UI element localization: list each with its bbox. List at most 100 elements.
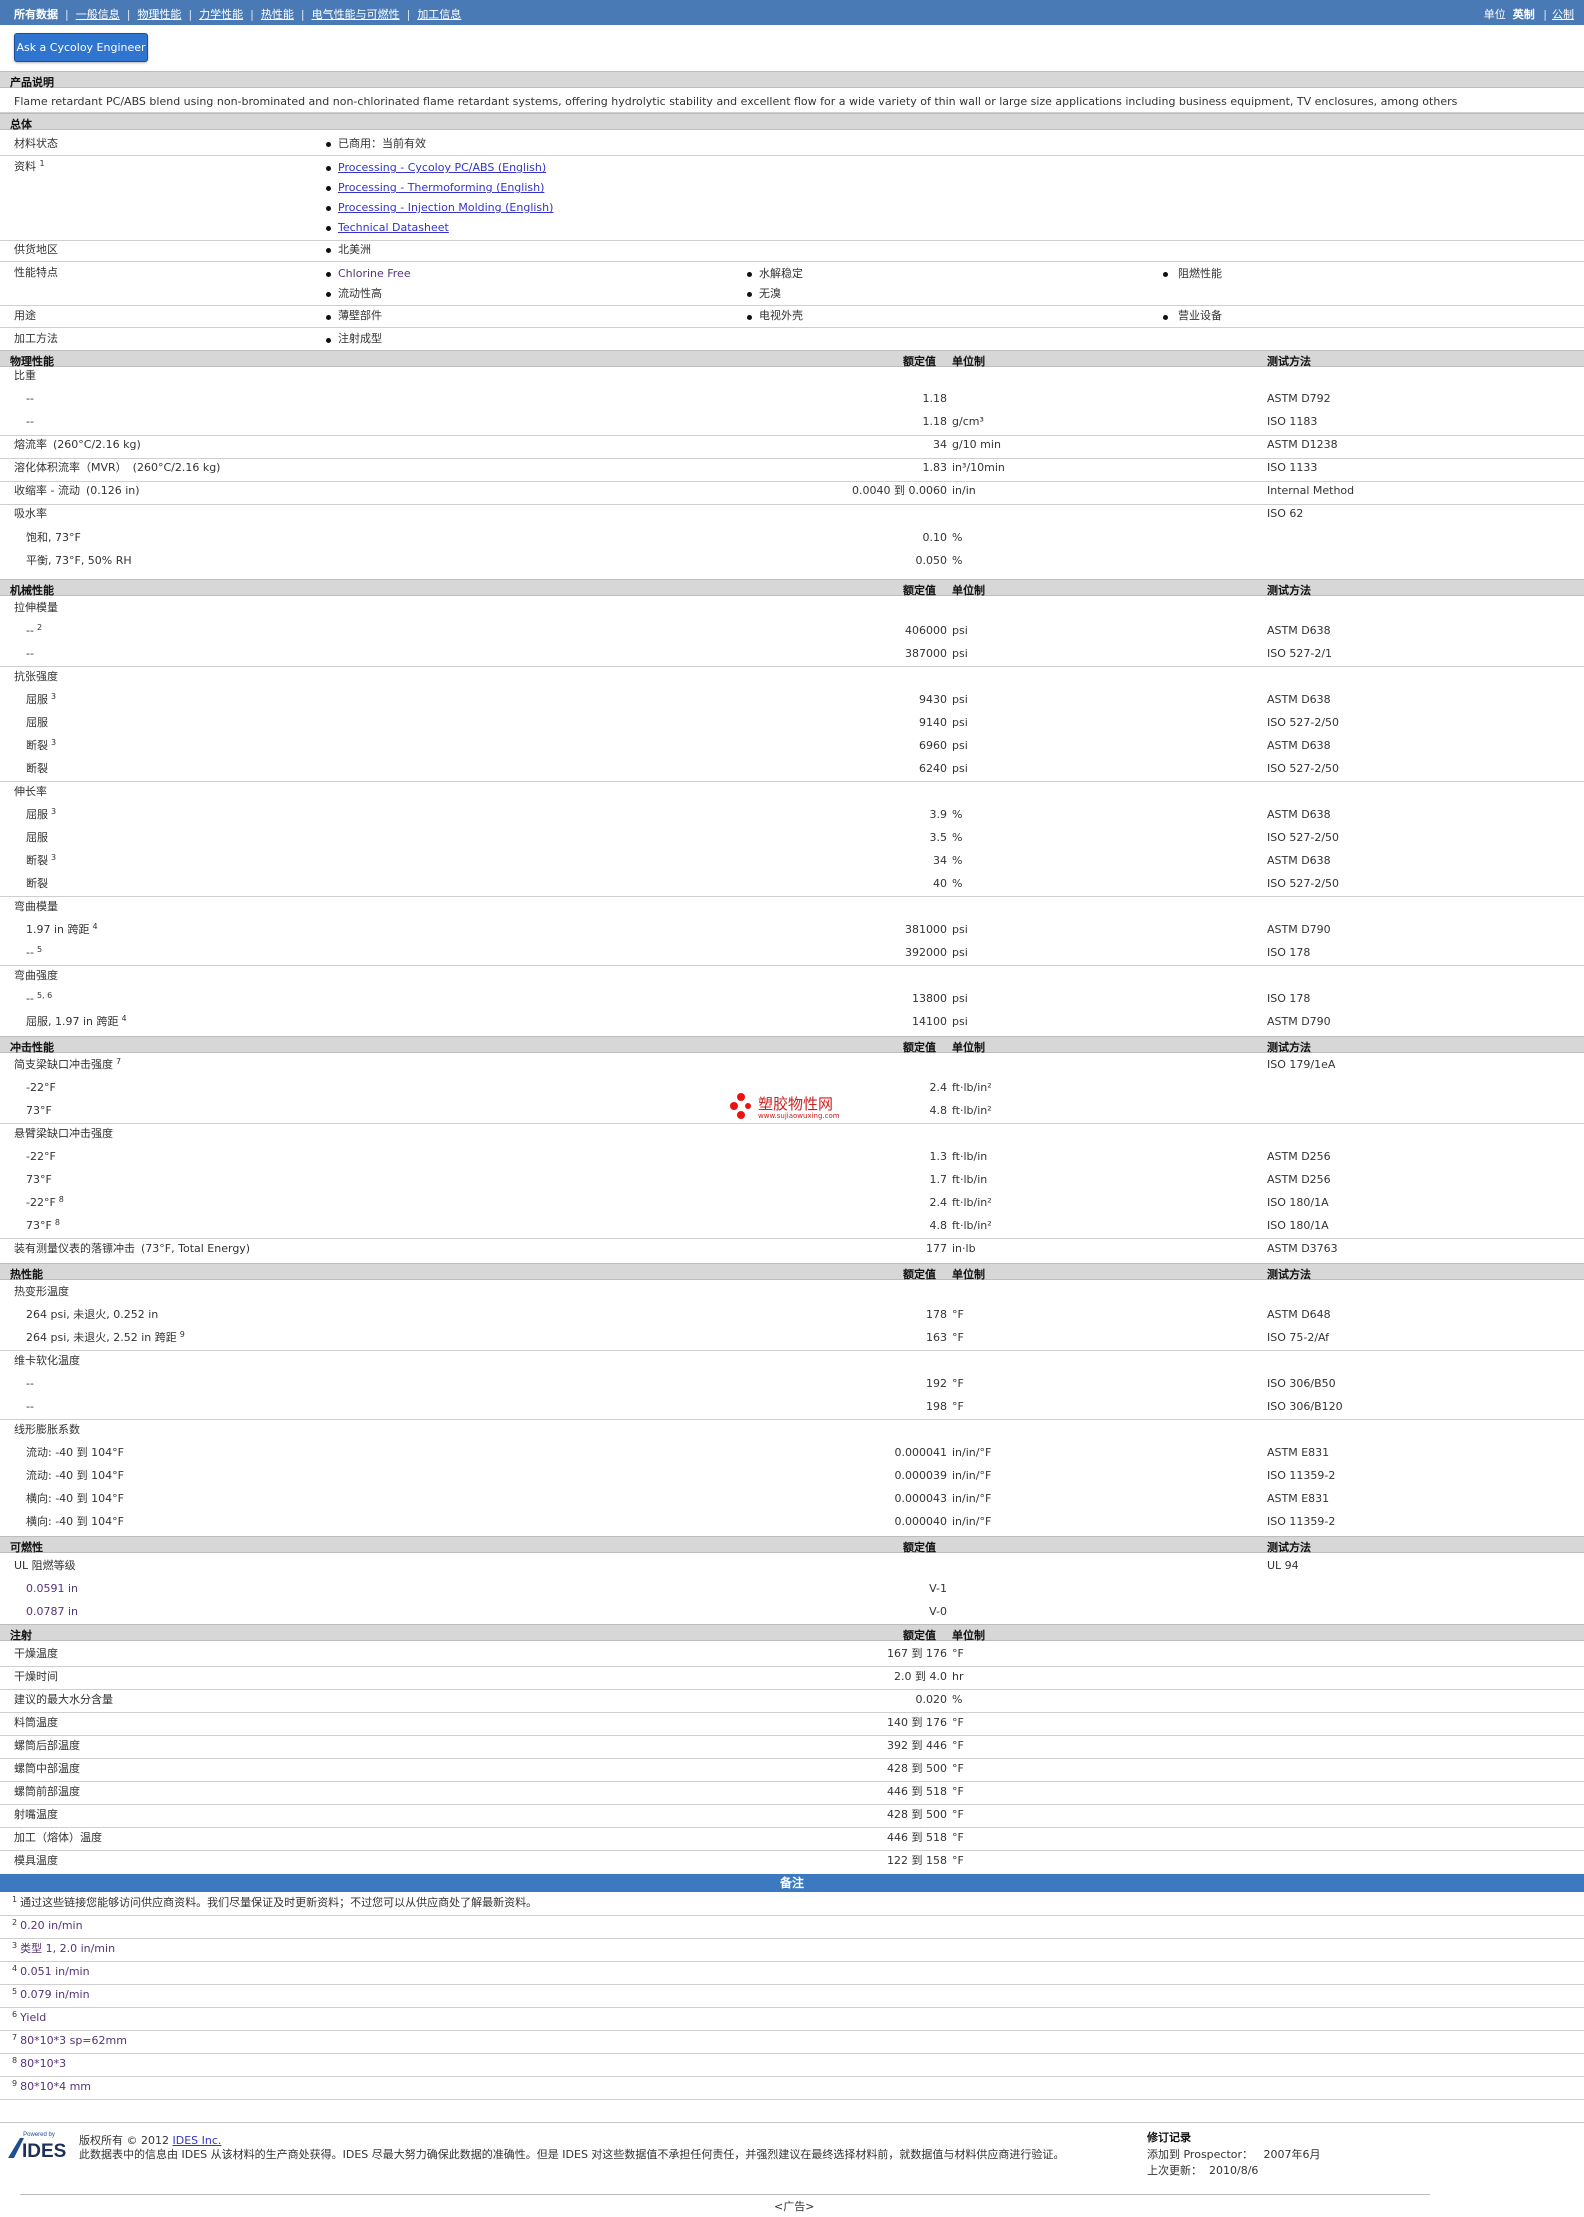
ask-engineer-button[interactable]: Ask a Cycoloy Engineer [14, 33, 148, 62]
row-method: Internal Method [1267, 484, 1355, 497]
row-label: 射嘴温度 [14, 1808, 58, 1822]
row-value: 40 [933, 877, 947, 890]
section-header-general: 总体 [0, 113, 1584, 131]
row-unit: psi [952, 923, 968, 936]
row-value: 34 [933, 438, 947, 451]
ides-inc-link[interactable]: IDES Inc. [173, 2134, 222, 2147]
tab-physical[interactable]: 物理性能 [137, 8, 181, 21]
unit-metric[interactable]: 公制 [1552, 8, 1574, 21]
row-method: ISO 178 [1267, 946, 1311, 959]
bullet-icon [747, 292, 752, 297]
row-label-text: 断裂 [26, 854, 48, 867]
row-divider [0, 1419, 1584, 1420]
row-unit: psi [952, 647, 968, 660]
row-label-text: 伸长率 [14, 785, 47, 798]
row-value: 6960 [919, 739, 947, 752]
bullet-icon [326, 272, 331, 277]
row-divider [0, 435, 1584, 436]
bullet-icon [326, 226, 331, 231]
row-unit: °F [952, 1762, 964, 1775]
row-label-text: -- [26, 992, 34, 1005]
row-label-text: 收缩率 - 流动 [14, 484, 80, 497]
row-value: 0.000043 [894, 1492, 948, 1505]
row-label: 0.0787 in [26, 1605, 79, 1618]
ides-logo-small: Powered by [23, 2132, 55, 2138]
row-unit: % [952, 854, 963, 867]
row-value: 1.18 [922, 392, 948, 405]
row-value: 9430 [919, 693, 947, 706]
use-item: 电视外壳 [759, 309, 803, 322]
row-label: 料筒温度 [14, 1716, 58, 1730]
unit-english[interactable]: 英制 [1513, 8, 1535, 21]
row-unit: psi [952, 716, 968, 729]
tab-mechanical[interactable]: 力学性能 [199, 8, 243, 21]
row-divider [0, 1238, 1584, 1239]
use-item: 薄壁部件 [338, 309, 382, 322]
doc-link-cycoloy[interactable]: Processing - Cycoloy PC/ABS (English) [338, 161, 546, 175]
row-label: -- 2 [26, 623, 43, 638]
row-label-text: 螺筒后部温度 [14, 1739, 80, 1752]
header-method: 测试方法 [1267, 355, 1311, 368]
note-text: 类型 1, 2.0 in/min [20, 1942, 116, 1955]
row-label: 流动: -40 到 104°F [26, 1469, 124, 1483]
row-label: UL 阻燃等级 [14, 1559, 76, 1572]
row-label-text: 干燥温度 [14, 1647, 58, 1660]
row-label-text: 73°F [26, 1173, 52, 1186]
doc-link-thermoforming[interactable]: Processing - Thermoforming (English) [338, 181, 544, 195]
header-nominal: 额定值 [903, 584, 936, 597]
tab-all-data[interactable]: 所有数据 [14, 8, 58, 21]
row-condition: (260°C/2.16 kg) [53, 438, 141, 451]
row-label-text: -22°F [26, 1150, 56, 1163]
row-label-text: 干燥时间 [14, 1670, 58, 1683]
tab-general-info[interactable]: 一般信息 [76, 8, 120, 21]
section-header: 机械性能 额定值 单位制 测试方法 [0, 579, 1584, 597]
row-label-text: 264 psi, 未退火, 0.252 in [26, 1308, 159, 1321]
row-value: 192 [926, 1377, 947, 1390]
section-header-description: 产品说明 [0, 71, 1584, 89]
row-value: 446 到 518 [887, 1831, 947, 1844]
row-method: ISO 306/B120 [1267, 1400, 1343, 1413]
row-label-text: 屈服, 1.97 in 跨距 [26, 1015, 119, 1028]
row-unit: ft·lb/in [952, 1150, 988, 1163]
row-value: 3.5 [929, 831, 948, 844]
row-label-text: 断裂 [26, 739, 48, 752]
row-divider [0, 261, 1584, 262]
material-status-value: 已商用：当前有效 [338, 137, 426, 150]
row-unit: °F [952, 1808, 964, 1821]
doc-link-technical-datasheet[interactable]: Technical Datasheet [338, 221, 449, 235]
footnote-ref: 2 [36, 623, 43, 632]
uses-label: 用途 [14, 309, 36, 322]
tab-electrical-flammability[interactable]: 电气性能与可燃性 [312, 8, 400, 21]
header-unit: 单位制 [952, 1041, 985, 1054]
note-text: 0.079 in/min [20, 1988, 90, 2001]
row-label: 维卡软化温度 [14, 1354, 80, 1368]
row-unit: °F [952, 1739, 964, 1752]
tab-processing[interactable]: 加工信息 [417, 8, 461, 21]
note-number: 7 [12, 2033, 18, 2042]
top-nav-bar: 所有数据 | 一般信息 | 物理性能 | 力学性能 | 热性能 | 电气性能与可燃性 | 加工信息 单位… [0, 0, 1584, 25]
row-unit: in/in/°F [952, 1492, 992, 1505]
row-label-text: -- [26, 647, 34, 660]
row-label: 悬臂梁缺口冲击强度 [14, 1127, 113, 1141]
row-unit: psi [952, 693, 968, 706]
row-divider [0, 240, 1584, 241]
footnote-ref: 3 [51, 738, 57, 747]
row-label: -- [26, 392, 34, 406]
tab-thermal[interactable]: 热性能 [261, 8, 294, 21]
row-label: 屈服 [26, 716, 48, 730]
row-unit: °F [952, 1785, 964, 1798]
row-label-text: 建议的最大水分含量 [14, 1693, 113, 1706]
row-label: 溶化体积流率（MVR） (260°C/2.16 kg) [14, 461, 220, 475]
feature-item: Chlorine Free [338, 267, 411, 280]
doc-link-injection-molding[interactable]: Processing - Injection Molding (English) [338, 201, 553, 215]
row-method: ASTM D256 [1267, 1173, 1331, 1186]
row-value: 122 到 158 [887, 1854, 947, 1867]
row-method: ISO 527-2/50 [1267, 762, 1340, 775]
row-value: 0.000041 [894, 1446, 948, 1459]
notes-header: 备注 [0, 1874, 1584, 1892]
row-label-text: 屈服 [26, 716, 48, 729]
row-value: 3.9 [929, 808, 948, 821]
row-label: -22°F 8 [26, 1195, 64, 1210]
section-header: 可燃性 额定值 测试方法 [0, 1536, 1584, 1554]
row-unit: % [952, 531, 963, 544]
